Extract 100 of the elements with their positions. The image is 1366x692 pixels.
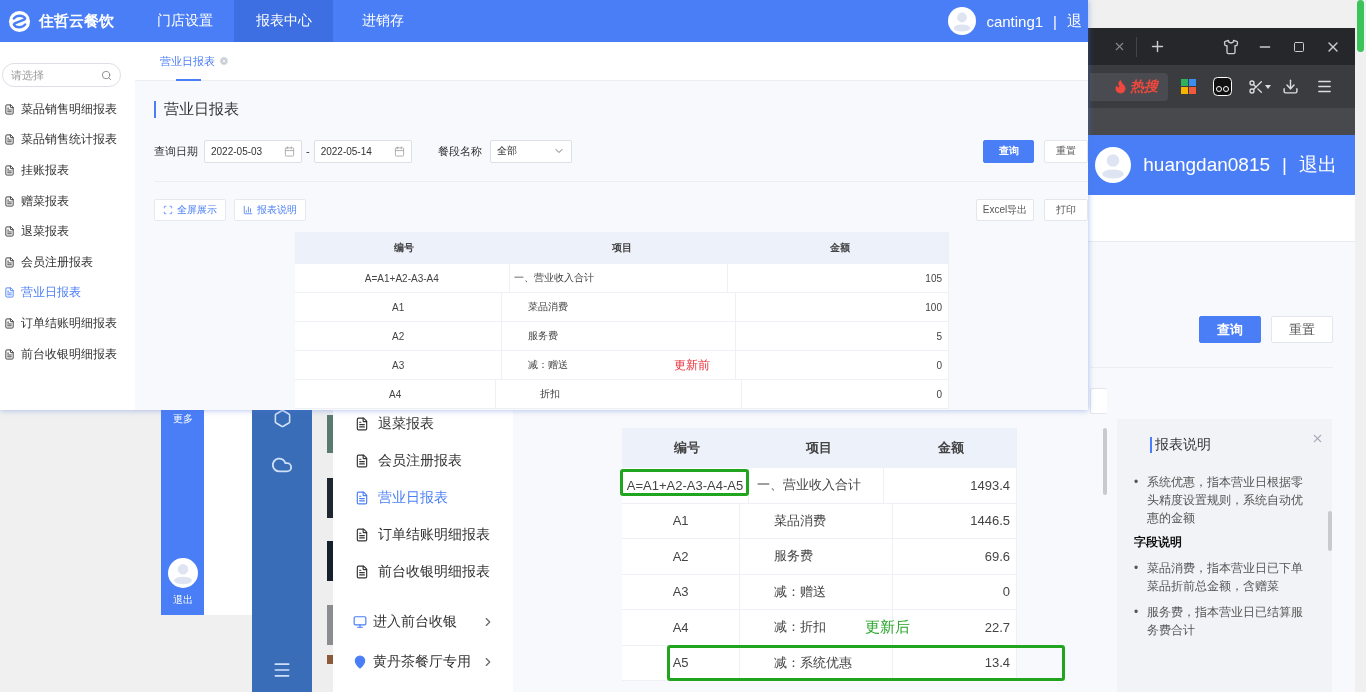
maximize-icon[interactable] [1293,40,1305,53]
table-cell: A3 [622,574,741,609]
menu-item[interactable]: 前台收银明细报表 [0,338,135,370]
query-button[interactable]: 查询 [1199,316,1261,343]
table-cell: 0 [741,380,949,408]
menu-item[interactable]: 营业日报表 [333,483,513,513]
fullscreen-button[interactable]: 全屏展示 [154,199,226,221]
document-icon [4,103,15,115]
bullet-marker: • [1134,560,1139,577]
table-cell: 69.6 [892,539,1017,574]
document-icon [4,226,15,238]
logout-label[interactable]: 退出 [172,593,193,607]
document-icon [4,256,15,268]
export-button[interactable]: Excel导出 [976,199,1034,221]
table-cell: A5 [622,645,741,680]
menu-item[interactable]: 营业日报表 [0,277,135,309]
date-field[interactable]: 2022-05-03 [204,139,302,163]
table-cell: 5 [735,322,949,350]
more-label[interactable]: 更多 [172,412,193,426]
column-header: 金额 [885,428,1017,468]
column-header: 项目 [513,232,731,264]
new-tab-icon[interactable] [1149,38,1166,55]
separator: | [1282,154,1287,176]
menu-link[interactable]: 黄丹茶餐厅专用 [333,642,513,682]
menu-item[interactable]: 会员注册报表 [333,446,513,476]
logout-link[interactable]: 退 [1067,11,1082,31]
menu-item[interactable]: 赠菜报表 [0,185,135,217]
menu-item[interactable]: 菜品销售统计报表 [0,124,135,156]
document-icon [355,491,369,505]
bullet-marker: • [1134,474,1139,491]
table-cell: A2 [622,539,741,574]
input-field[interactable] [1090,388,1107,414]
logout-link[interactable]: 退出 [1299,152,1337,178]
menu-item[interactable]: 退菜报表 [0,216,135,247]
table-cell: 服务费 [740,539,893,574]
apps-icon[interactable] [1180,79,1196,94]
logo-icon [8,9,31,33]
avatar-icon [948,7,977,35]
menu-item[interactable]: 菜品销售明细报表 [0,94,135,125]
table-cell: A4 [622,610,741,645]
menu-item[interactable]: 前台收银明细报表 [333,557,513,587]
menu-icon[interactable] [1315,78,1333,95]
calendar-icon [393,145,405,157]
menu-item[interactable]: 挂账报表 [0,155,135,186]
reset-button[interactable]: 重置 [1271,316,1333,343]
column-header: 金额 [731,232,949,264]
menu-icon[interactable] [272,660,292,680]
report-info-button[interactable]: 报表说明 [234,199,306,221]
document-icon [4,317,15,329]
table-cell: A4 [295,380,497,408]
table-cell: 0 [892,574,1017,609]
column-header: 编号 [295,232,513,264]
download-icon[interactable] [1281,78,1299,95]
close-tab-icon[interactable] [1113,40,1126,53]
nav-tab[interactable]: 门店设置 [135,0,234,42]
separator: | [1053,12,1057,30]
document-icon [355,454,369,468]
meal-select[interactable]: 全部 [489,139,572,163]
nav-tab[interactable]: 报表中心 [234,0,333,42]
date-separator: - [306,145,310,157]
page-tab[interactable]: 营业日报表 [160,41,229,81]
scissors-icon[interactable] [1248,78,1264,95]
document-icon [355,417,369,431]
field-label: 餐段名称 [437,143,482,159]
menu-item[interactable]: 退菜报表 [333,409,513,439]
annotation-label: 更新后 [865,617,910,637]
app-name: 住哲云餐饮 [39,11,114,31]
help-text: 系统优惠，指本营业日根据零头精度设置规则，系统自动优惠的金额 [1147,474,1305,527]
help-text: 服务费，指本营业日已结算服务费合计 [1147,604,1305,639]
table-cell: 菜品消费 [502,293,736,321]
scrollbar[interactable] [1328,511,1332,551]
user-name: canting1 [986,12,1044,30]
bar-chart-icon [243,205,253,215]
print-button[interactable]: 打印 [1044,199,1088,221]
user-name: huangdan0815 [1143,154,1271,176]
bullet-marker: • [1134,604,1139,621]
shirt-icon[interactable] [1223,38,1239,55]
calendar-icon [284,145,295,157]
annotation-label: 更新前 [674,356,710,374]
table-cell: 菜品消费 [740,503,893,538]
menu-item[interactable]: 订单结账明细报表 [333,520,513,550]
table-cell: 105 [728,264,949,292]
table-cell: 折扣 [496,380,742,408]
document-icon [4,195,15,207]
glasses-icon[interactable] [1212,77,1232,96]
avatar-icon [1095,147,1132,183]
reset-button[interactable]: 重置 [1044,139,1088,163]
caret-icon[interactable] [1265,84,1271,89]
nav-tab[interactable]: 进销存 [333,0,432,42]
table-cell: A1 [295,293,503,321]
menu-item[interactable]: 订单结账明细报表 [0,308,135,339]
menu-link[interactable]: 进入前台收银 [333,602,513,642]
scrollbar[interactable] [1357,0,1364,52]
menu-item[interactable]: 会员注册报表 [0,246,135,278]
table-cell: 0 [735,351,949,379]
date-field[interactable]: 2022-05-14 [313,139,412,163]
scrollbar[interactable] [1103,428,1107,495]
hexagon-icon[interactable] [272,409,292,428]
document-icon [4,348,15,360]
query-button[interactable]: 查询 [983,139,1034,163]
